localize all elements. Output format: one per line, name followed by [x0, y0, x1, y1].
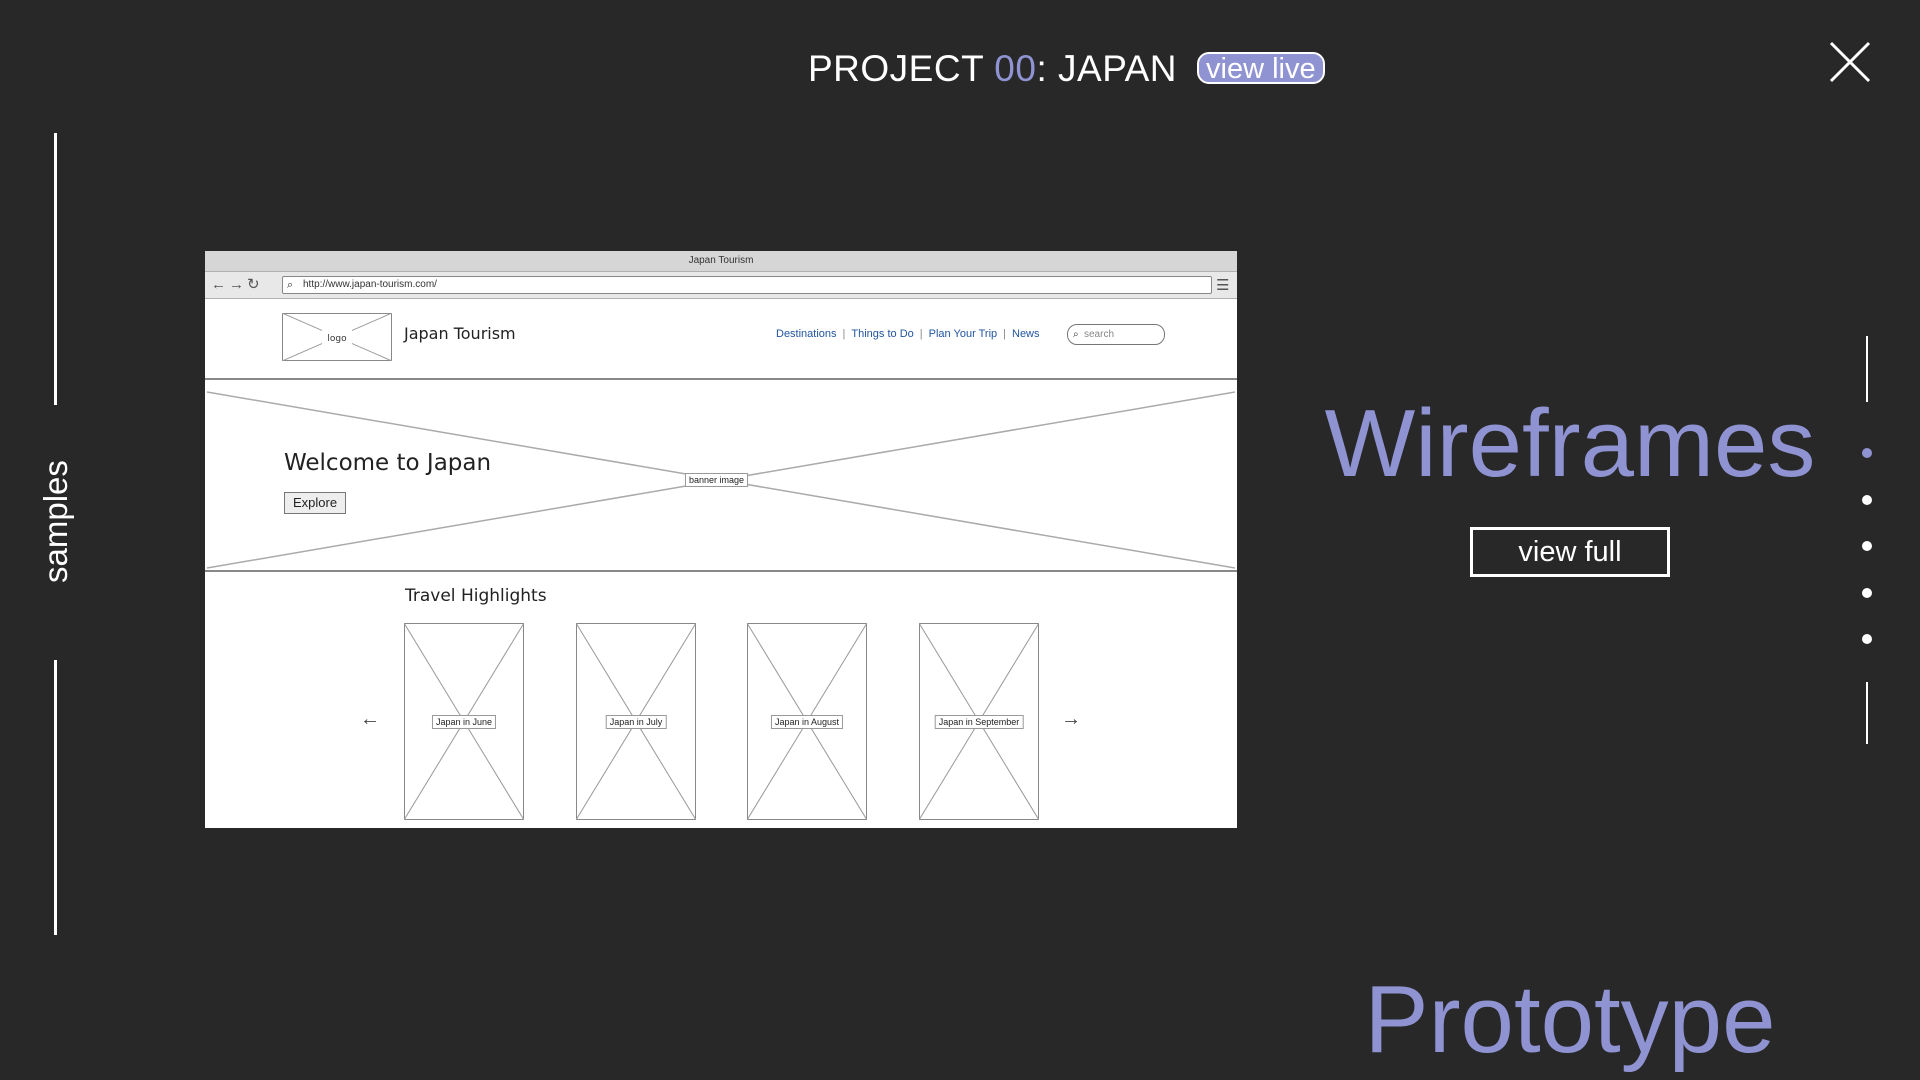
project-number: 00 — [994, 48, 1037, 89]
right-rail-line-bottom — [1866, 682, 1868, 744]
wf-nav-item: Destinations — [776, 328, 837, 340]
left-rail-line-bottom — [54, 660, 57, 935]
view-full-button[interactable]: view full — [1470, 527, 1670, 577]
wf-next-arrow: → — [1061, 708, 1081, 730]
wf-card-label: Japan in July — [605, 714, 667, 729]
wf-banner-title: Welcome to Japan — [284, 450, 492, 476]
wf-nav-item: Things to Do — [851, 328, 914, 340]
wf-logo-placeholder: logo — [282, 313, 392, 361]
wf-browser-toolbar: ←→↻ ⌕ http://www.japan-tourism.com/ ☰ — [205, 272, 1237, 299]
wf-highlights-title: Travel Highlights — [405, 586, 547, 606]
project-title: PROJECT 00: JAPAN — [808, 48, 1177, 90]
page-header: PROJECT 00: JAPAN view live — [0, 44, 1920, 94]
wf-url-text: http://www.japan-tourism.com/ — [303, 279, 437, 290]
wf-highlight-card: Japan in June — [404, 623, 524, 820]
close-icon[interactable] — [1828, 40, 1872, 84]
search-icon: ⌕ — [287, 279, 294, 291]
wf-window-title: Japan Tourism — [205, 251, 1237, 272]
project-title-suffix: : JAPAN — [1036, 48, 1178, 89]
section-title: Wireframes — [1324, 390, 1816, 497]
next-section-title[interactable]: Prototype — [1320, 970, 1820, 1070]
wf-card-label: Japan in August — [770, 714, 844, 729]
wf-logo-label: logo — [327, 334, 347, 344]
wf-nav-menu: Destinations | Things to Do | Plan Your Trip… — [776, 328, 1040, 340]
wf-prev-arrow: ← — [360, 708, 380, 730]
pagination-dot-4[interactable] — [1862, 588, 1872, 598]
project-title-prefix: PROJECT — [808, 48, 995, 89]
wf-highlight-card: Japan in August — [747, 623, 867, 820]
wf-browser-nav-icons: ←→↻ — [211, 276, 263, 293]
wf-nav-item: News — [1012, 328, 1040, 340]
wf-banner-label: banner image — [685, 473, 749, 487]
pagination-dot-1[interactable] — [1862, 448, 1872, 458]
left-rail-line-top — [54, 133, 57, 405]
search-icon: ⌕ — [1073, 329, 1079, 340]
wf-highlight-card: Japan in July — [576, 623, 696, 820]
wf-banner: Welcome to Japan Explore banner image — [205, 390, 1237, 572]
wf-search-placeholder: search — [1084, 329, 1115, 340]
pagination-dot-5[interactable] — [1862, 634, 1872, 644]
view-live-button[interactable]: view live — [1197, 52, 1325, 84]
wireframe-preview[interactable]: Japan Tourism ←→↻ ⌕ http://www.japan-tou… — [205, 251, 1237, 828]
wf-url-bar: ⌕ http://www.japan-tourism.com/ — [282, 276, 1212, 294]
wf-nav-item: Plan Your Trip — [928, 328, 998, 340]
hamburger-icon: ☰ — [1216, 277, 1230, 294]
wf-explore-button: Explore — [284, 492, 347, 514]
wf-site-name: Japan Tourism — [404, 324, 516, 343]
wf-site-header: logo Japan Tourism Destinations | Things t… — [205, 298, 1237, 380]
wf-card-label: Japan in June — [431, 714, 497, 729]
wf-card-label: Japan in September — [934, 714, 1024, 729]
samples-label[interactable]: samples — [37, 460, 74, 583]
wf-highlight-card: Japan in September — [919, 623, 1039, 820]
wf-search-box: ⌕ search — [1067, 324, 1165, 345]
pagination-dot-3[interactable] — [1862, 541, 1872, 551]
pagination-dot-2[interactable] — [1862, 495, 1872, 505]
right-rail-line-top — [1866, 336, 1868, 402]
